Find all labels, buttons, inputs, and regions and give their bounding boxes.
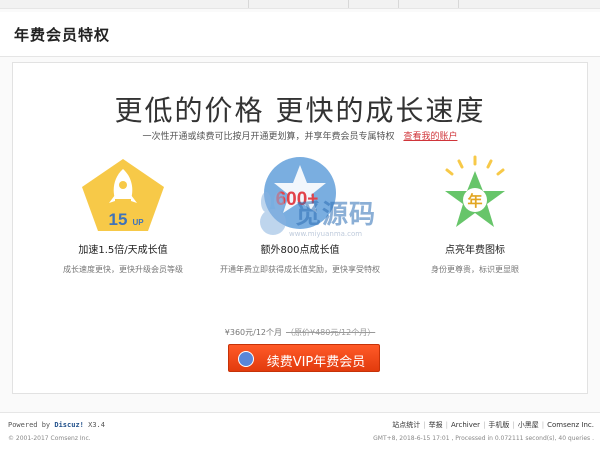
feature-bonus-title: 额外800点成长值 (260, 245, 340, 256)
rocket-pentagon-icon: 15 UP (82, 159, 164, 231)
top-divider (398, 0, 399, 8)
page-title: 年费会员特权 (14, 26, 111, 44)
footer-link-mobile[interactable]: 手机版 (488, 421, 509, 429)
footer-link-stats[interactable]: 站点统计 (392, 421, 420, 429)
feature-icon-light: 年 点亮年费图标 身份更尊贵，标识更显眼 (385, 155, 565, 275)
feature-speed: 15 UP 加速1.5倍/天成长值 成长速度更快，更快升级会员等级 (33, 155, 213, 275)
footer-link-report[interactable]: 举报 (429, 421, 443, 429)
top-strip (0, 0, 600, 9)
copyright: © 2001-2017 Comsenz Inc. (8, 435, 91, 442)
top-divider (458, 0, 459, 8)
powered-name[interactable]: Discuz! (54, 421, 84, 429)
price-current: ¥360元/12个月 (224, 328, 282, 337)
powered-prefix: Powered by (8, 421, 51, 429)
feature-bonus: 600+ 额外800点成长值 开通年费立即获得成长值奖励，更快享受特权 (210, 155, 390, 275)
promo-subline-text: 一次性开通或续费可比按月开通更划算，并享年费会员专属特权 (142, 132, 395, 142)
promo-subline: 一次性开通或续费可比按月开通更划算，并享年费会员专属特权 查看我的账户 (13, 129, 587, 142)
powered-by: Powered by Discuz! X3.4 (8, 421, 105, 429)
price-line: ¥360元/12个月 （原价¥480元/12个月） (13, 327, 587, 338)
promo-headline: 更低的价格 更快的成长速度 (114, 94, 486, 127)
star-circle-icon: 600+ (264, 157, 336, 229)
footer-server-info: GMT+8, 2018-6-15 17:01 , Processed in 0.… (373, 435, 594, 442)
feature-speed-desc: 成长速度更快，更快升级会员等级 (63, 265, 183, 274)
price-original: （原价¥480元/12个月） (286, 328, 376, 337)
footer-separator: | (541, 421, 545, 429)
footer-link-archiver[interactable]: Archiver (451, 421, 480, 429)
footer-separator: | (445, 421, 448, 429)
feature-bonus-badge: 600+ (276, 189, 319, 210)
vip-icon (238, 351, 254, 367)
feature-icon-light-title: 点亮年费图标 (445, 245, 505, 256)
renew-vip-button[interactable]: 续费VIP年费会员 (228, 344, 380, 372)
feature-speed-badge-sub: UP (132, 218, 144, 227)
footer-links: 站点统计 | 举报 | Archiver | 手机版 | 小黑屋 | Comsenz Inc. (392, 420, 594, 430)
footer-link-comsenz[interactable]: Comsenz Inc. (547, 421, 594, 429)
feature-bonus-desc: 开通年费立即获得成长值奖励，更快享受特权 (220, 265, 380, 274)
footer-separator: | (483, 421, 486, 429)
feature-speed-title: 加速1.5倍/天成长值 (78, 245, 168, 256)
year-star-icon: 年 (445, 155, 505, 227)
feature-icon-light-badge: 年 (467, 192, 482, 210)
feature-speed-badge: 15 (109, 210, 128, 229)
site-footer: Powered by Discuz! X3.4 © 2001-2017 Coms… (0, 412, 600, 458)
footer-separator: | (423, 421, 426, 429)
top-divider (348, 0, 349, 8)
vip-promo-card: 更低的价格 更快的成长速度 一次性开通或续费可比按月开通更划算，并享年费会员专属… (12, 62, 588, 394)
top-divider (248, 0, 249, 8)
renew-vip-button-label: 续费VIP年费会员 (266, 355, 366, 370)
footer-link-blackroom[interactable]: 小黑屋 (518, 421, 539, 429)
section-header: 年费会员特权 (0, 12, 600, 57)
footer-separator: | (512, 421, 515, 429)
feature-icon-light-desc: 身份更尊贵，标识更显眼 (431, 265, 519, 274)
powered-version: X3.4 (88, 421, 105, 429)
my-account-link[interactable]: 查看我的账户 (403, 132, 457, 142)
